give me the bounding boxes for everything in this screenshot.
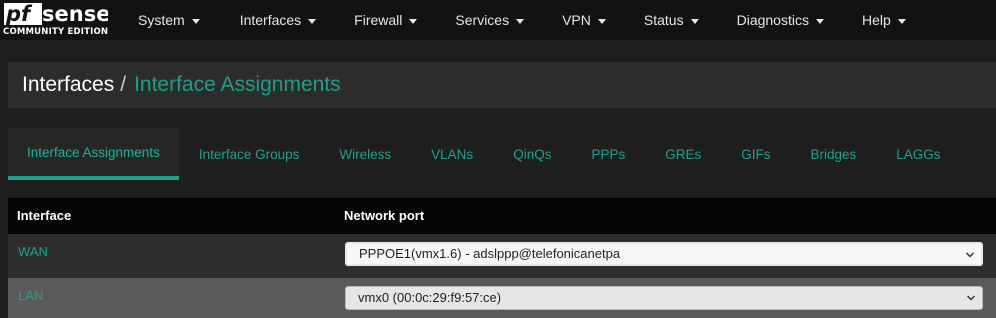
nav-vpn-label: VPN bbox=[562, 12, 591, 28]
interface-link-wan[interactable]: WAN bbox=[18, 244, 48, 259]
tab-vlans[interactable]: VLANs bbox=[411, 128, 493, 180]
select-value: vmx0 (00:0c:29:f9:57:ce) bbox=[358, 290, 502, 305]
interface-link-lan[interactable]: LAN bbox=[18, 288, 43, 303]
svg-text:pf: pf bbox=[5, 2, 33, 26]
column-header-interface: Interface bbox=[17, 208, 72, 223]
table-header: Interface Network port bbox=[8, 198, 996, 234]
network-port-select-wan[interactable]: PPPOE1(vmx1.6) - adslppp@telefonicanetpa bbox=[345, 242, 983, 266]
breadcrumb-root[interactable]: Interfaces bbox=[22, 73, 114, 97]
nav-system[interactable]: System bbox=[138, 0, 200, 40]
column-header-network-port: Network port bbox=[344, 208, 425, 223]
chevron-down-icon bbox=[965, 252, 975, 258]
tab-laggs[interactable]: LAGGs bbox=[876, 128, 960, 180]
nav-interfaces-label: Interfaces bbox=[239, 12, 302, 28]
table-row-lan: LAN vmx0 (00:0c:29:f9:57:ce) bbox=[8, 278, 996, 318]
page-title[interactable]: Interface Assignments bbox=[134, 73, 341, 97]
brand-logo[interactable]: pf sense COMMUNITY EDITION bbox=[0, 0, 120, 40]
nav-services[interactable]: Services bbox=[455, 0, 525, 40]
tab-gres[interactable]: GREs bbox=[645, 128, 721, 180]
nav-diagnostics[interactable]: Diagnostics bbox=[737, 0, 824, 40]
breadcrumb-separator: / bbox=[120, 73, 127, 96]
chevron-down-icon bbox=[966, 295, 976, 301]
nav-interfaces[interactable]: Interfaces bbox=[239, 0, 317, 40]
tab-ppps[interactable]: PPPs bbox=[571, 128, 645, 180]
nav-system-label: System bbox=[138, 12, 185, 28]
tab-gifs[interactable]: GIFs bbox=[721, 128, 790, 180]
nav-help-label: Help bbox=[861, 12, 891, 28]
caret-down-icon bbox=[191, 18, 200, 24]
tab-interface-groups[interactable]: Interface Groups bbox=[179, 128, 320, 180]
nav-firewall-label: Firewall bbox=[354, 12, 403, 28]
tab-bar: Interface Assignments Interface Groups W… bbox=[8, 128, 996, 180]
svg-text:sense: sense bbox=[42, 2, 108, 26]
select-value: PPPOE1(vmx1.6) - adslppp@telefonicanetpa bbox=[359, 246, 621, 261]
nav-help[interactable]: Help bbox=[862, 0, 906, 40]
caret-down-icon bbox=[897, 18, 906, 24]
pfsense-logo: pf sense bbox=[4, 2, 108, 26]
top-navbar: pf sense COMMUNITY EDITION System Interf… bbox=[0, 0, 996, 40]
caret-down-icon bbox=[308, 18, 317, 24]
nav-firewall[interactable]: Firewall bbox=[354, 0, 418, 40]
network-port-select-lan[interactable]: vmx0 (00:0c:29:f9:57:ce) bbox=[345, 286, 983, 310]
table-row-wan: WAN PPPOE1(vmx1.6) - adslppp@telefonican… bbox=[8, 234, 996, 278]
main-menu: System Interfaces Firewall Services VPN … bbox=[120, 0, 906, 40]
tab-qinqs[interactable]: QinQs bbox=[493, 128, 571, 180]
nav-diagnostics-label: Diagnostics bbox=[736, 12, 809, 28]
nav-services-label: Services bbox=[455, 12, 510, 28]
caret-down-icon bbox=[516, 18, 525, 24]
caret-down-icon bbox=[409, 18, 418, 24]
caret-down-icon bbox=[815, 18, 824, 24]
nav-vpn[interactable]: VPN bbox=[562, 0, 606, 40]
nav-status[interactable]: Status bbox=[644, 0, 699, 40]
breadcrumb: Interfaces / Interface Assignments bbox=[8, 62, 996, 108]
brand-subtitle: COMMUNITY EDITION bbox=[3, 27, 109, 37]
tab-interface-assignments[interactable]: Interface Assignments bbox=[8, 128, 179, 180]
tab-bridges[interactable]: Bridges bbox=[790, 128, 876, 180]
caret-down-icon bbox=[597, 18, 606, 24]
tab-wireless[interactable]: Wireless bbox=[319, 128, 411, 180]
nav-status-label: Status bbox=[643, 12, 684, 28]
caret-down-icon bbox=[690, 18, 699, 24]
